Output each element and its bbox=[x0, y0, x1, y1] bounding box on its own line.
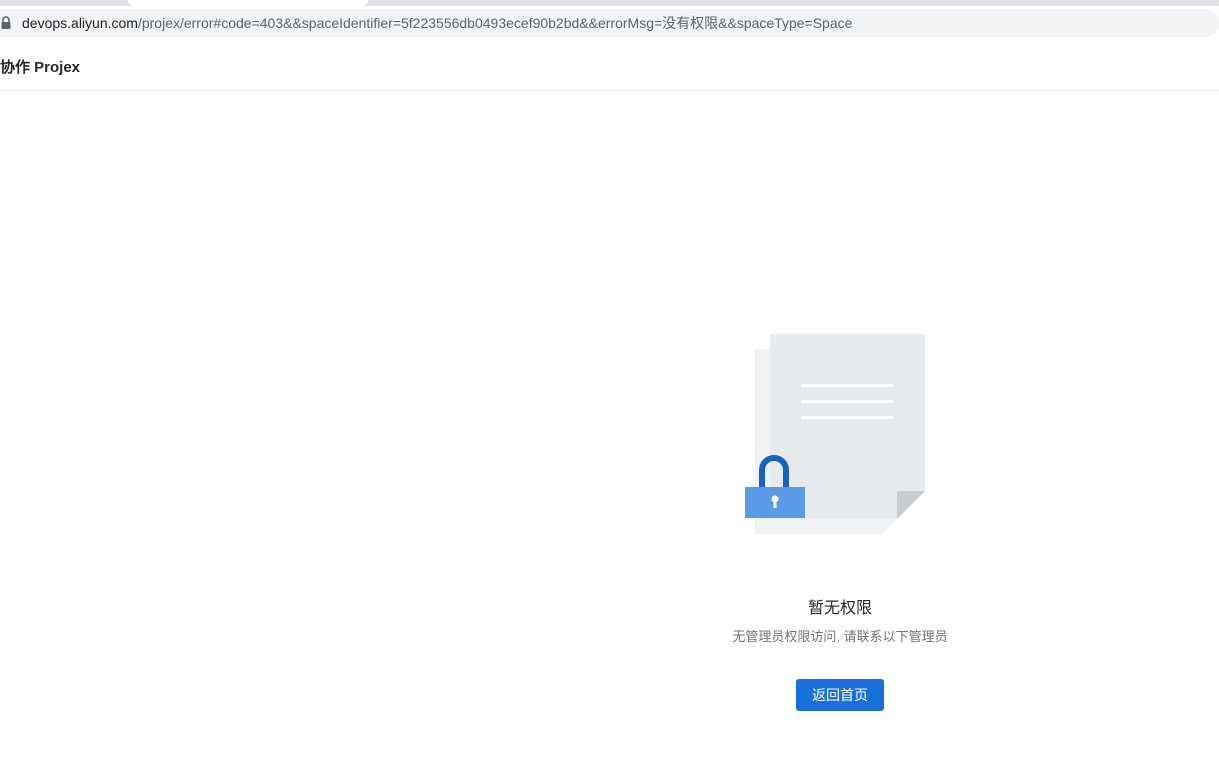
empty-state-title: 暂无权限 bbox=[807, 600, 872, 617]
document-lock-icon bbox=[745, 334, 925, 534]
back-to-home-button[interactable]: 返回首页 bbox=[796, 679, 884, 711]
empty-state-description: 无管理员权限访问, 请联系以下管理员 bbox=[732, 629, 948, 644]
url-path: /projex/error#code=403&&spaceIdentifier=… bbox=[137, 15, 853, 31]
app-title[interactable]: 协作 Projex bbox=[0, 56, 80, 77]
locked-document-illustration bbox=[740, 330, 930, 540]
lock-icon[interactable] bbox=[0, 15, 14, 31]
app-header: 协作 Projex bbox=[0, 40, 1219, 91]
url-text[interactable]: devops.aliyun.com/projex/error#code=403&… bbox=[22, 13, 852, 33]
url-host: devops.aliyun.com bbox=[22, 15, 138, 31]
address-bar: devops.aliyun.com/projex/error#code=403&… bbox=[0, 6, 1219, 40]
url-field[interactable]: devops.aliyun.com/projex/error#code=403&… bbox=[0, 9, 1219, 37]
